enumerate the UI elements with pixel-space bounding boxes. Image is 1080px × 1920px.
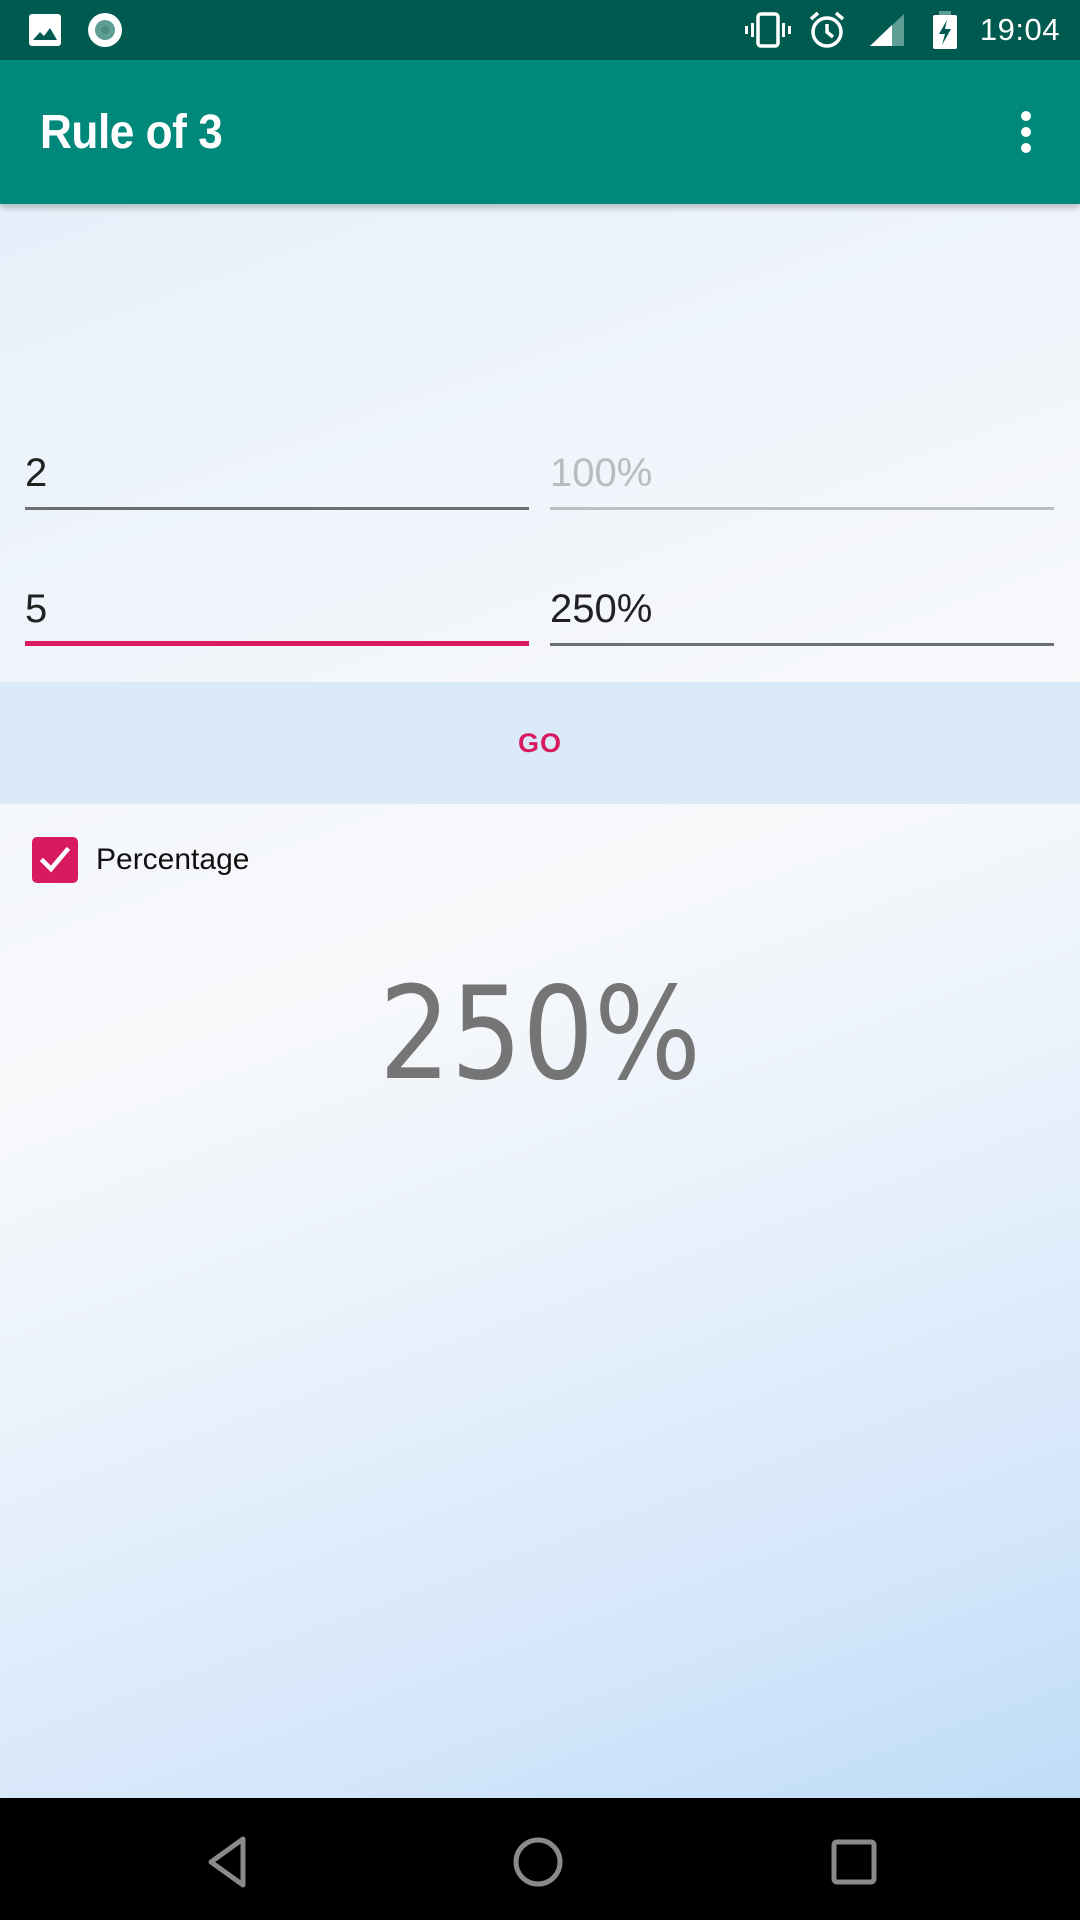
- second-value-underline: [25, 641, 529, 646]
- first-value-underline: [25, 507, 529, 510]
- first-percent-input[interactable]: 100%: [550, 430, 1054, 510]
- second-value-text: 5: [25, 587, 48, 631]
- vibrate-icon: [744, 0, 792, 60]
- first-value-input[interactable]: 2: [25, 430, 529, 510]
- navigation-bar: [0, 1798, 1080, 1920]
- image-icon: [28, 0, 62, 60]
- back-icon[interactable]: [188, 1822, 268, 1902]
- record-icon: [86, 0, 124, 60]
- first-percent-placeholder: 100%: [550, 451, 653, 495]
- home-icon[interactable]: [498, 1822, 578, 1902]
- signal-icon: [868, 0, 906, 60]
- second-percent-text: 250%: [550, 587, 653, 631]
- second-value-input[interactable]: 5: [25, 566, 529, 646]
- second-percent-input[interactable]: 250%: [550, 566, 1054, 646]
- app-bar: Rule of 3: [0, 60, 1080, 204]
- app-title: Rule of 3: [40, 105, 223, 159]
- checkmark-icon: [39, 846, 71, 873]
- percentage-checkbox[interactable]: [32, 837, 78, 883]
- more-vert-icon[interactable]: [994, 100, 1058, 164]
- result-text: 250%: [378, 960, 702, 1109]
- first-percent-underline: [550, 507, 1054, 510]
- first-value-text: 2: [25, 451, 48, 495]
- percentage-label: Percentage: [96, 843, 250, 876]
- recents-icon[interactable]: [814, 1822, 894, 1902]
- battery-charging-icon: [930, 0, 960, 60]
- go-button[interactable]: GO: [0, 682, 1080, 804]
- status-bar: 19:04: [0, 0, 1080, 60]
- status-time: 19:04: [979, 12, 1060, 47]
- alarm-icon: [808, 0, 846, 60]
- second-percent-underline: [550, 643, 1054, 646]
- percentage-checkbox-row[interactable]: Percentage: [32, 836, 249, 884]
